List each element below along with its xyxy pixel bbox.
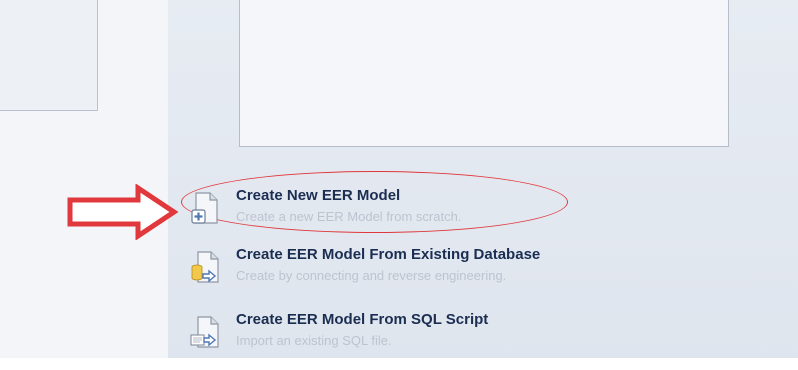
action-description: Create a new EER Model from scratch.: [236, 209, 462, 224]
create-from-sql-script-action[interactable]: Create EER Model From SQL Script Import …: [190, 311, 750, 357]
action-title: Create New EER Model: [236, 187, 401, 204]
model-preview-box: [239, 0, 729, 147]
new-model-icon: [191, 192, 218, 224]
action-description: Create by connecting and reverse enginee…: [236, 268, 507, 283]
action-title: Create EER Model From SQL Script: [236, 311, 489, 328]
action-title: Create EER Model From Existing Database: [236, 246, 541, 263]
sql-script-import-icon: [190, 316, 219, 348]
create-new-eer-model-action[interactable]: Create New EER Model Create a new EER Mo…: [190, 187, 750, 233]
left-panel: [0, 0, 168, 358]
action-description: Import an existing SQL file.: [236, 333, 392, 348]
left-content-box: [0, 0, 98, 111]
database-import-icon: [191, 251, 219, 283]
red-arrow-annotation-icon: [67, 184, 178, 240]
create-from-existing-database-action[interactable]: Create EER Model From Existing Database …: [190, 246, 750, 292]
